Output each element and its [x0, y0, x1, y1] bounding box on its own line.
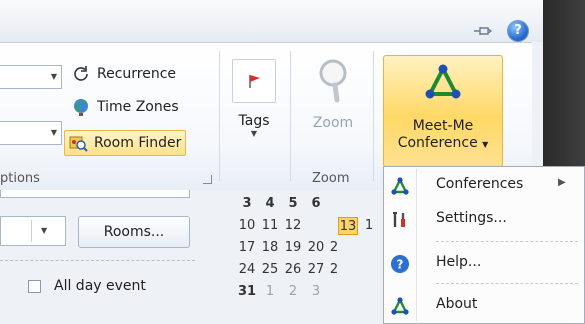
calendar-day[interactable]: 3: [306, 283, 326, 301]
calendar-day[interactable]: 4: [260, 195, 280, 213]
recurrence-icon: [70, 63, 92, 85]
calendar-day[interactable]: 1: [260, 283, 280, 301]
calendar-day[interactable]: 18: [260, 239, 280, 257]
calendar-day[interactable]: 24: [237, 261, 257, 279]
options-group-label: ptions: [0, 171, 40, 186]
room-finder-icon: [67, 132, 89, 154]
flag-icon: [232, 59, 276, 103]
time-zones-label: Time Zones: [97, 99, 179, 115]
dotted-divider: [0, 260, 195, 261]
calendar-day[interactable]: 19: [283, 239, 303, 257]
submenu-arrow-icon: ▶: [558, 177, 566, 188]
calendar-day[interactable]: 12: [283, 217, 303, 235]
zoom-button-label: Zoom: [312, 115, 354, 131]
calendar-day[interactable]: 17: [237, 239, 257, 257]
calendar-day[interactable]: 1: [364, 217, 374, 235]
group-separator: [219, 51, 220, 181]
menu-separator: [436, 283, 578, 284]
dialog-launcher-icon[interactable]: [203, 175, 212, 184]
calendar-day[interactable]: [306, 217, 332, 235]
calendar-day[interactable]: 2: [283, 283, 303, 301]
group-separator: [290, 51, 291, 181]
all-day-checkbox[interactable]: [28, 280, 41, 293]
magnifier-icon: [313, 57, 353, 103]
calendar-day[interactable]: 2: [329, 239, 339, 257]
meet-me-triangle-icon: [390, 296, 410, 316]
chevron-down-icon: ▼: [50, 72, 57, 81]
help-button-icon[interactable]: ?: [508, 21, 528, 41]
calendar-day[interactable]: 11: [260, 217, 280, 235]
calendar-day[interactable]: 3: [237, 195, 257, 213]
help-icon: ?: [390, 254, 410, 274]
svg-text:?: ?: [397, 258, 404, 272]
group-separator: [373, 51, 374, 181]
tools-icon: [390, 210, 410, 230]
start-combo[interactable]: ▼: [0, 65, 62, 89]
calendar-day[interactable]: 5: [283, 195, 303, 213]
menu-separator: [436, 241, 578, 242]
meet-me-dropdown-menu: Conferences ▶ Settings... ? Help... Abou…: [383, 166, 585, 324]
menu-item-label: Conferences: [436, 176, 524, 192]
all-day-label: All day event: [54, 278, 146, 294]
chevron-down-icon: ▼: [250, 129, 258, 138]
pin-icon[interactable]: [472, 24, 493, 38]
meet-me-triangle-icon: [390, 176, 410, 196]
location-field[interactable]: [0, 190, 190, 198]
chevron-down-icon: ▼: [50, 128, 57, 137]
tags-button[interactable]: Tags ▼: [229, 55, 279, 151]
menu-item-label: Help...: [436, 254, 482, 270]
calendar-day[interactable]: 6: [306, 195, 326, 213]
menu-item-label: Settings...: [436, 210, 507, 226]
zoom-group-label: Zoom: [312, 171, 350, 186]
recurrence-label: Recurrence: [97, 66, 177, 82]
menu-item-help[interactable]: ? Help...: [384, 249, 584, 279]
calendar-day[interactable]: 20: [306, 239, 326, 257]
globe-icon: [70, 96, 92, 118]
recurrence-button[interactable]: Recurrence: [70, 63, 176, 85]
meet-me-triangle-icon: [423, 62, 463, 102]
rooms-button-label: Rooms...: [103, 224, 165, 240]
end-combo[interactable]: ▼: [0, 121, 62, 145]
room-finder-button[interactable]: Room Finder: [64, 130, 187, 156]
chevron-down-icon: ▼: [482, 140, 489, 149]
calendar-day[interactable]: 10: [237, 217, 257, 235]
combo-divider: [31, 220, 32, 242]
tags-label: Tags: [238, 113, 270, 129]
rooms-button[interactable]: Rooms...: [78, 216, 190, 248]
meet-me-label-line2: Conference: [397, 135, 478, 151]
menu-item-about[interactable]: About: [384, 291, 584, 321]
time-zones-button[interactable]: Time Zones: [70, 96, 179, 118]
calendar-day[interactable]: 31: [237, 283, 257, 301]
room-finder-label: Room Finder: [94, 135, 182, 151]
calendar-day[interactable]: 26: [283, 261, 303, 279]
time-combo[interactable]: ▼: [0, 216, 66, 246]
calendar-day[interactable]: 27: [306, 261, 326, 279]
meet-me-label-line1: Meet-Me: [412, 118, 474, 134]
chevron-down-icon: ▼: [41, 226, 48, 235]
meet-me-conference-button[interactable]: Meet-Me Conference ▼: [383, 55, 503, 167]
title-bar: ?: [0, 0, 543, 42]
menu-item-settings[interactable]: Settings...: [384, 205, 584, 235]
menu-item-conferences[interactable]: Conferences ▶: [384, 171, 584, 201]
zoom-button[interactable]: Zoom: [300, 55, 366, 151]
menu-item-label: About: [436, 296, 478, 312]
calendar-day-today[interactable]: 13: [338, 217, 358, 235]
calendar-day[interactable]: 2: [329, 261, 339, 279]
calendar-day[interactable]: 25: [260, 261, 280, 279]
